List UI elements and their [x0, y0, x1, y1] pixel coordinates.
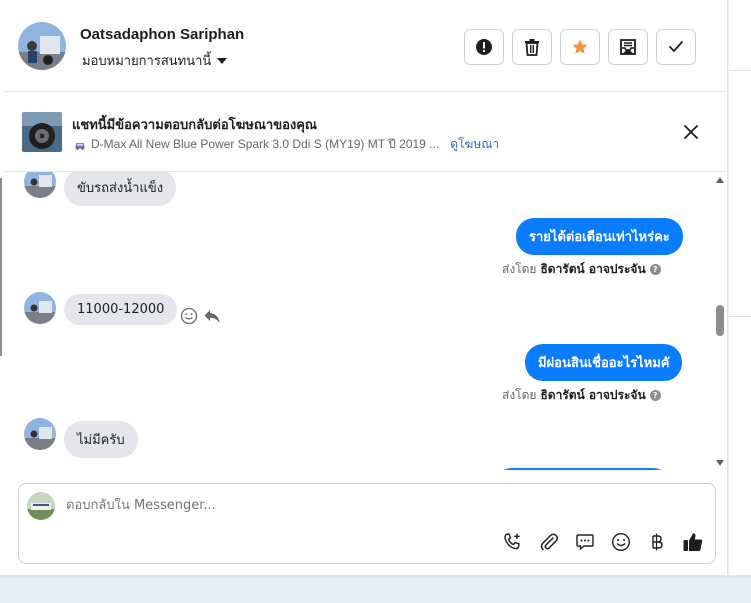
phone-plus-icon [504, 533, 520, 550]
scroll-up-arrow[interactable] [716, 177, 724, 183]
sent-by-label: ส่งโดย ธิดารัตน์ อาจประจัน ? [502, 386, 661, 405]
contact-avatar-small [24, 172, 56, 198]
outgoing-message: มีผ่อนสินเชื่ออะไรไหมคั [525, 344, 683, 381]
attach-button[interactable] [538, 531, 560, 553]
sent-by-prefix: ส่งโดย [502, 262, 537, 276]
archive-icon [620, 39, 636, 55]
message-composer [18, 483, 716, 564]
contact-name: Oatsadaphon Sariphan [80, 26, 245, 43]
close-icon [684, 125, 698, 139]
outgoing-message: รายได้ต่อเดือนเท่าไหร่คะ [516, 218, 683, 255]
car-icon [75, 142, 85, 150]
sender-name: ธิดารัตน์ อาจประจัน [540, 262, 646, 276]
incoming-message: ขับรถส่งน้ำแข็ง [64, 172, 177, 206]
check-icon [669, 41, 683, 53]
thumbs-up-icon [683, 533, 703, 551]
sender-name: ธิดารัตน์ อาจประจัน [540, 388, 646, 402]
archive-button[interactable] [608, 29, 648, 65]
scroll-down-arrow[interactable] [716, 460, 724, 466]
incoming-message: ไม่มีครับ [64, 421, 138, 458]
view-ad-link[interactable]: ดูโฆษณา [450, 135, 499, 154]
alert-icon [476, 39, 492, 55]
divider [729, 316, 751, 317]
caret-down-icon [217, 57, 228, 64]
reply-icon[interactable] [203, 307, 221, 325]
conversation-panel: Oatsadaphon Sariphan มอบหมายการสนทนานี้ [5, 0, 728, 575]
react-emoji-icon[interactable] [180, 307, 198, 325]
conversation-header: Oatsadaphon Sariphan มอบหมายการสนทนานี้ [5, 0, 728, 92]
ad-reply-banner: แชทนี้มีข้อความตอบกลับต่อโฆษณาของคุณ D-M… [5, 92, 728, 172]
star-icon [572, 39, 588, 54]
question-icon[interactable]: ? [649, 264, 661, 275]
delete-button[interactable] [512, 29, 552, 65]
ad-car-name: D-Max All New Blue Power Spark 3.0 Ddi S… [91, 137, 440, 151]
sent-by-label: ส่งโดย ธิดารัตน์ อาจประจัน ? [502, 260, 661, 279]
bottom-highlight [0, 575, 751, 578]
ad-thumbnail[interactable] [22, 112, 62, 152]
report-button[interactable] [464, 29, 504, 65]
question-icon[interactable]: ? [649, 390, 661, 401]
baht-icon [652, 533, 663, 551]
page-avatar [27, 492, 55, 520]
contact-avatar-small [24, 292, 56, 324]
left-scroll-indicator [0, 178, 2, 356]
bottom-edge [0, 575, 751, 603]
paperclip-icon [540, 533, 558, 551]
incoming-message: 11000-12000 [64, 294, 178, 325]
contact-avatar-small [24, 418, 56, 450]
emoji-icon [611, 532, 631, 552]
sent-by-prefix: ส่งโดย [502, 388, 537, 402]
emoji-button[interactable] [610, 531, 632, 553]
trash-icon [525, 39, 539, 56]
payment-button[interactable] [646, 531, 668, 553]
like-button[interactable] [682, 531, 704, 553]
message-thread[interactable]: ขับรถส่งน้ำแข็ง รายได้ต่อเดือนเท่าไหร่คะ… [5, 172, 728, 470]
mark-done-button[interactable] [656, 29, 696, 65]
saved-replies-button[interactable] [574, 531, 596, 553]
call-button[interactable] [502, 531, 524, 553]
divider [729, 70, 751, 71]
star-button[interactable] [560, 29, 600, 65]
right-edge-pane [729, 0, 751, 575]
assign-conversation-dropdown[interactable]: มอบหมายการสนทนานี้ [82, 50, 228, 71]
thread-scrollbar-thumb[interactable] [716, 305, 724, 336]
assign-label: มอบหมายการสนทนานี้ [82, 54, 212, 69]
speech-bubble-icon [576, 534, 594, 551]
contact-avatar[interactable] [18, 22, 66, 70]
outgoing-message-partial [494, 468, 671, 470]
close-ad-banner-button[interactable] [681, 122, 701, 142]
reply-input[interactable] [66, 498, 666, 513]
ad-banner-title: แชทนี้มีข้อความตอบกลับต่อโฆษณาของคุณ [72, 118, 317, 133]
ad-car-info: D-Max All New Blue Power Spark 3.0 Ddi S… [74, 135, 499, 154]
